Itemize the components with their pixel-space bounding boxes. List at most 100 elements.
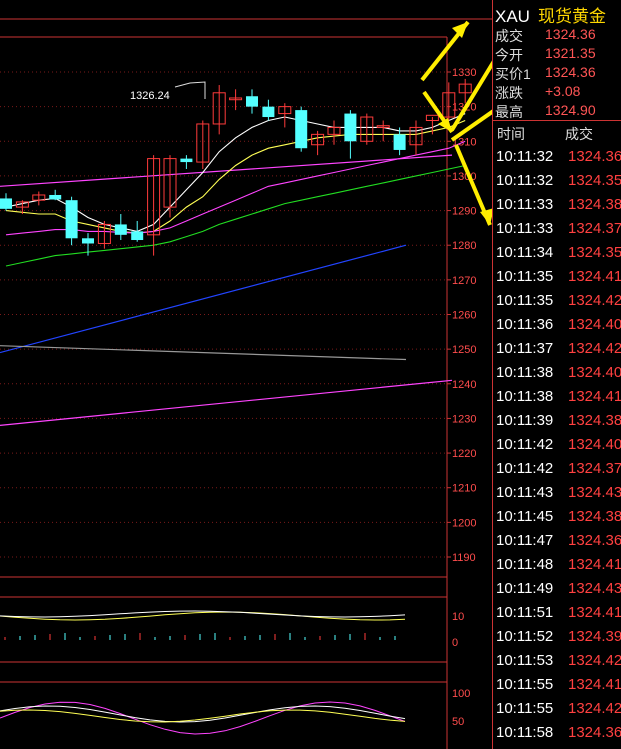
tick-row: 10:11:48 1324.41 [496,556,621,580]
tick-row: 10:11:45 1324.38 [496,508,621,532]
tick-time: 10:11:38 [496,364,554,381]
tick-row: 10:11:39 1324.38 [496,412,621,436]
tick-price: 1324.36 [568,532,621,549]
tick-time: 10:11:55 [496,700,554,717]
tick-row: 10:11:55 1324.41 [496,676,621,700]
trade-column-header: 成交 [565,126,593,142]
tick-row: 10:11:35 1324.41 [496,268,621,292]
quote-label: 买价1 [495,66,531,82]
tick-row: 10:11:43 1324.43 [496,484,621,508]
tick-price: 1324.39 [568,628,621,645]
y-tick-label: 1250 [452,344,476,356]
y-tick-label: 1290 [452,206,476,218]
peak-leader [174,81,206,99]
y-tick-label: 1200 [452,517,476,529]
candle-body [49,194,62,200]
tick-time: 10:11:37 [496,340,554,357]
candle-body [262,106,275,118]
y-tick-label: 1260 [452,310,476,322]
tick-row: 10:11:52 1324.39 [496,628,621,652]
candlestick-chart: 1330132013101300129012801270126012501240… [0,18,492,749]
quote-panel: XAU 现货黄金 成交 1324.36 今开 1321.35 买价1 1324.36 涨跌 +3… [492,0,621,749]
symbol-name: 现货黄金 [537,7,606,26]
tick-price: 1324.40 [568,364,621,381]
indicator2-line [0,709,406,723]
tick-row: 10:11:42 1324.40 [496,436,621,460]
tick-price: 1324.43 [568,484,621,501]
tick-row: 10:11:55 1324.42 [496,700,621,724]
tick-price: 1324.37 [568,460,621,477]
tick-time: 10:11:36 [496,316,554,333]
tick-price: 1324.42 [568,700,621,717]
y-tick-label: 1210 [452,483,476,495]
tick-row: 10:11:58 1324.36 [496,724,621,748]
tick-time: 10:11:32 [496,148,554,165]
quote-label: 最高 [495,104,523,120]
y-tick-label: 1270 [452,275,476,287]
tick-time: 10:11:42 [496,436,554,453]
tick-time: 10:11:48 [496,556,554,573]
quote-row: 最高 1324.90 [495,102,621,120]
indicator1-tick: 10 [452,611,464,623]
annotation-arrowhead [452,22,468,38]
tick-price: 1324.41 [568,268,621,285]
symbol-header: XAU 现货黄金 [495,2,606,27]
tick-row: 10:11:51 1324.41 [496,604,621,628]
tick-price: 1324.42 [568,292,621,309]
tick-row: 10:11:35 1324.42 [496,292,621,316]
candle-body [82,238,94,244]
tick-price: 1324.38 [568,196,621,213]
tick-price: 1324.38 [568,412,621,429]
tick-price: 1324.36 [568,724,621,741]
long-ma-line [0,345,407,361]
tick-row: 10:11:47 1324.36 [496,532,621,556]
tick-time: 10:11:53 [496,652,554,669]
tick-row: 10:11:33 1324.38 [496,196,621,220]
y-tick-label: 1330 [452,67,476,79]
tick-price: 1324.35 [568,244,621,261]
tick-time: 10:11:52 [496,628,554,645]
tick-row: 10:11:32 1324.35 [496,172,621,196]
quote-value: 1324.36 [545,26,596,42]
indicator1-tick: 0 [452,637,458,649]
y-tick-label: 1240 [452,379,476,391]
tick-time: 10:11:33 [496,220,554,237]
tick-price: 1324.35 [568,172,621,189]
indicator2-tick: 50 [452,716,464,728]
quote-value: 1321.35 [545,45,596,61]
tick-row: 10:11:38 1324.40 [496,364,621,388]
tick-time: 10:11:39 [496,412,554,429]
tick-row: 10:11:38 1324.41 [496,388,621,412]
tick-time: 10:11:35 [496,268,554,285]
indicator1-line [0,610,406,618]
tick-row: 10:11:42 1324.37 [496,460,621,484]
tick-row: 10:11:36 1324.40 [496,316,621,340]
tick-time: 10:11:32 [496,172,554,189]
tick-row: 10:11:32 1324.36 [496,148,621,172]
candle-body [344,113,357,142]
quote-value: 1324.90 [545,102,596,118]
long-ma-line [0,244,407,354]
candle-body [180,158,193,163]
tick-time: 10:11:38 [496,388,554,405]
tick-price: 1324.40 [568,436,621,453]
tick-time: 10:11:51 [496,604,554,621]
tick-time: 10:11:45 [496,508,554,525]
candle-body [65,200,78,239]
tick-row: 10:11:33 1324.37 [496,220,621,244]
tick-table-header: 时间 成交 [493,120,621,143]
quote-label: 涨跌 [495,85,523,101]
tick-row: 10:11:34 1324.35 [496,244,621,268]
y-tick-label: 1190 [452,552,476,564]
candle-body [0,198,12,209]
tick-price: 1324.37 [568,220,621,237]
y-tick-label: 1220 [452,448,476,460]
tick-row: 10:11:49 1324.43 [496,580,621,604]
tick-price: 1324.43 [568,580,621,597]
tick-price: 1324.41 [568,604,621,621]
tick-price: 1324.41 [568,388,621,405]
y-tick-label: 1280 [452,240,476,252]
tick-time: 10:11:47 [496,532,554,549]
candle-body [393,134,406,150]
candle-body [131,231,144,241]
